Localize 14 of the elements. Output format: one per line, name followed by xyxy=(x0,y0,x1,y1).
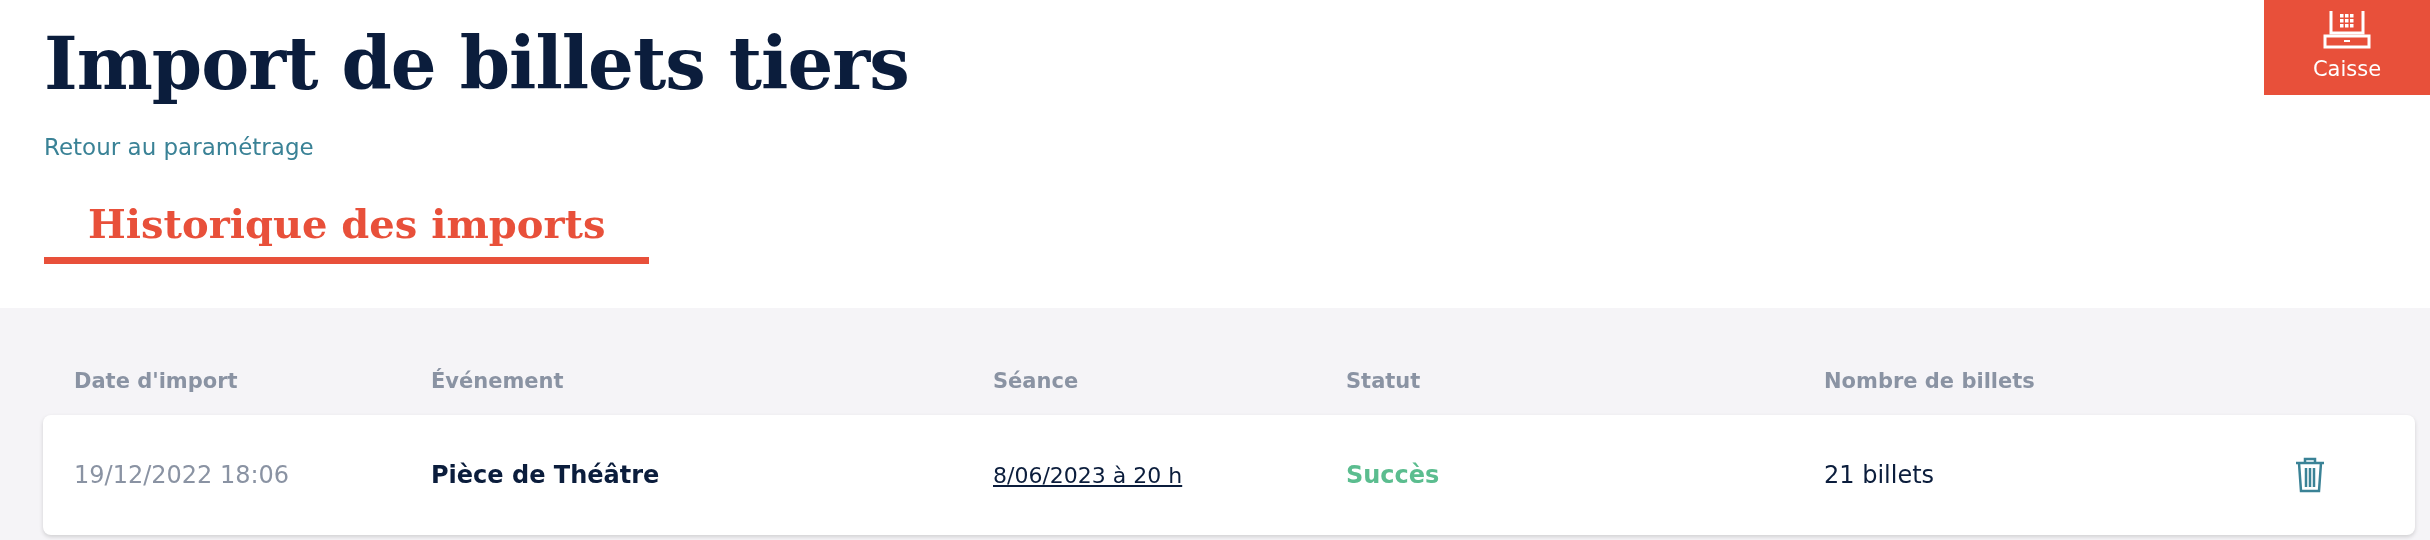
tab[interactable]: Historique des imports xyxy=(44,200,650,264)
column-header: Nombre de billets xyxy=(1824,369,2036,393)
status-text: Succès xyxy=(1346,461,1441,489)
column-header: Statut xyxy=(1346,369,1422,393)
table-cell-text: 19/12/2022 18:06 xyxy=(74,461,291,489)
column-header: Séance xyxy=(993,369,1080,393)
table-cell-text: 21 billets xyxy=(1824,461,1936,489)
back-link[interactable]: Retour au paramétrage xyxy=(44,134,314,160)
cash-register-button[interactable]: Caisse xyxy=(2264,0,2430,95)
session-link[interactable]: 8/06/2023 à 20 h xyxy=(993,462,1183,488)
table-cell-text: Pièce de Théâtre xyxy=(431,461,661,489)
page-title: Import de billets tiers xyxy=(44,20,909,108)
column-header: Date d'import xyxy=(74,369,239,393)
column-header: Événement xyxy=(431,369,565,393)
